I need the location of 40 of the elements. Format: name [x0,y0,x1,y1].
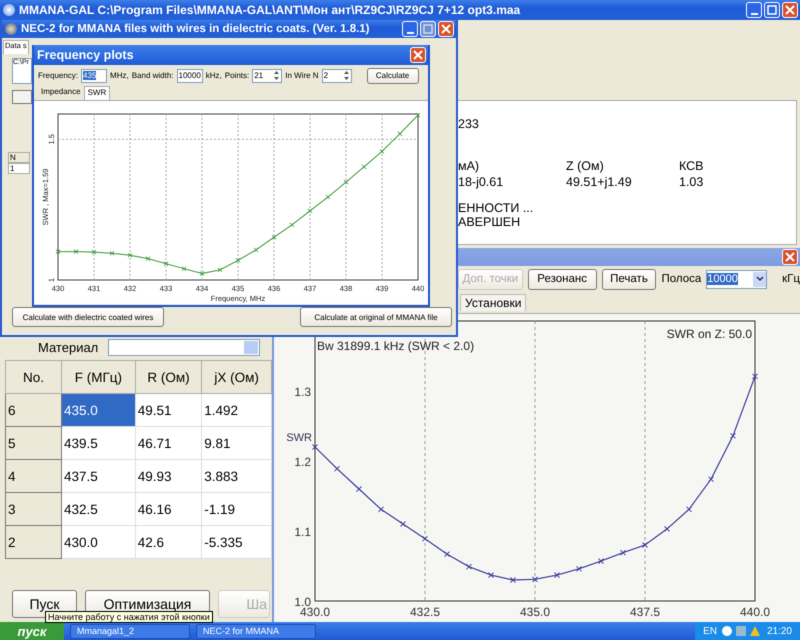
series-label: SWR [286,432,312,444]
x-tick-label: 432.5 [410,605,440,619]
y-tick-label: 1.3 [294,385,311,399]
x-tick-label: 437.5 [630,605,660,619]
y-tick-label: 1.1 [294,525,311,539]
window-title: Frequency plots [37,48,134,62]
impedance-note: SWR on Z: 50.0 [666,327,752,341]
tooltip: Начните работу с нажатия этой кнопки [45,611,213,623]
unit-label: kHz, [206,71,222,80]
column-header: R (Ом) [135,360,202,394]
result-value: 49.51+j1.49 [566,175,633,189]
result-value: 18-j0.61 [458,175,504,189]
band-label: Полоса [661,273,702,285]
status-text: ЕННОСТИ ... [458,201,534,215]
material-label: Материал [38,340,98,355]
language-indicator: EN [703,626,717,636]
column-header: КСВ [679,159,705,173]
column-header: F (МГц) [62,360,136,394]
window-title: MMANA-GAL C:\Program Files\MMANA-GAL\ANT\Мон ант\RZ9CJ\RZ9CJ 7+12 opt3.maa [19,3,522,17]
field-label: Band width: [132,71,174,80]
y-tick-label: 1.2 [294,455,311,469]
window-title: NEC-2 for MMANA files with wires in dielectric coats. (Ver. 1.8.1) [21,23,371,35]
result-value: 1.03 [679,175,704,189]
field-label: In Wire N [285,71,319,80]
x-tick-label: 435.0 [520,605,550,619]
x-tick-label: 440.0 [740,605,770,619]
column-header: No. [6,360,62,394]
unit-label: MHz, [110,71,129,80]
table-cell: 1 [8,163,30,174]
clock: 21:20 [766,626,792,636]
field-label: Points: [224,71,250,80]
result-text: 233 [458,117,480,131]
table-cell: N [8,152,30,163]
column-header: Z (Ом) [566,159,605,173]
column-header: мА) [458,159,480,173]
column-header: jX (Ом) [202,360,272,394]
unit-label: кГц [782,273,800,285]
status-text: АВЕРШЕН [458,215,522,229]
bandwidth-note: Bw 31899.1 kHz (SWR < 2.0) [317,339,474,353]
field-label: Frequency: [38,71,78,80]
